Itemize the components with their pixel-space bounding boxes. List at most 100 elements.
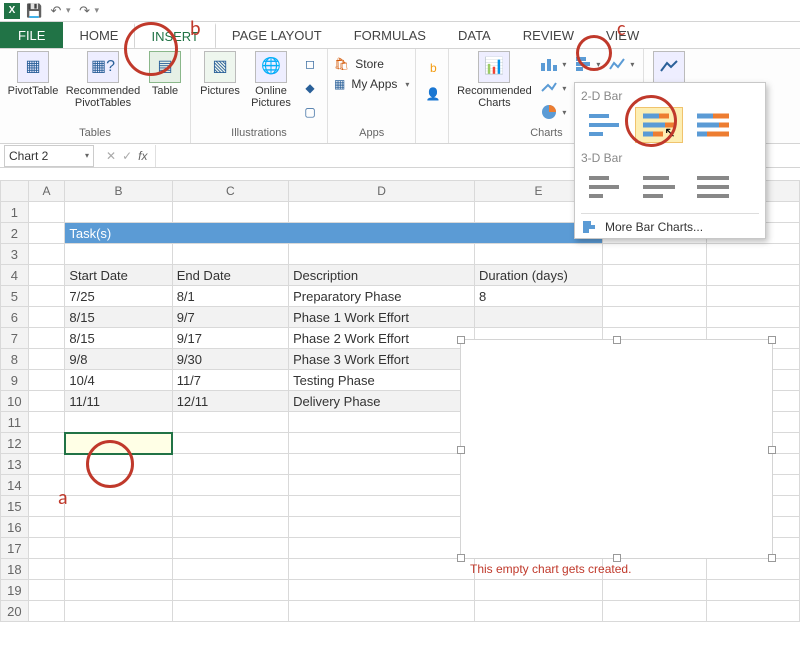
redo-icon[interactable]: ↷	[77, 3, 93, 19]
cell[interactable]: Task(s)	[65, 223, 603, 244]
cell[interactable]: 8/1	[172, 286, 288, 307]
col-header-A[interactable]: A	[28, 181, 65, 202]
bar-stacked-3d[interactable]	[635, 169, 683, 205]
chart-handle[interactable]	[457, 446, 465, 454]
stock-chart-button[interactable]: ▾	[605, 53, 637, 75]
shapes-button[interactable]: ◻	[299, 53, 321, 75]
undo-dropdown[interactable]: ▾	[66, 5, 71, 16]
row-header[interactable]: 6	[1, 307, 29, 328]
bar-stacked-2d[interactable]: ↖	[635, 107, 683, 143]
cell[interactable]: Phase 3 Work Effort	[289, 349, 475, 370]
row-header[interactable]: 10	[1, 391, 29, 412]
bar-clustered-3d[interactable]	[581, 169, 629, 205]
row-header[interactable]: 9	[1, 370, 29, 391]
row-header[interactable]: 13	[1, 454, 29, 475]
more-bar-charts[interactable]: More Bar Charts...	[581, 213, 759, 234]
cell[interactable]: Start Date	[65, 265, 172, 286]
row-header[interactable]: 2	[1, 223, 29, 244]
row-header[interactable]: 20	[1, 601, 29, 622]
tab-page-layout[interactable]: PAGE LAYOUT	[216, 22, 338, 48]
select-all-corner[interactable]	[1, 181, 29, 202]
store-button[interactable]: 🛍Store	[334, 57, 384, 71]
cell[interactable]: Duration (days)	[474, 265, 602, 286]
cell[interactable]: 11/7	[172, 370, 288, 391]
recommended-pivottables-button[interactable]: ▦?Recommended PivotTables	[64, 51, 142, 109]
column-chart-button[interactable]: ▾	[537, 53, 569, 75]
save-icon[interactable]: 💾	[26, 3, 42, 19]
cell[interactable]: 9/8	[65, 349, 172, 370]
bing-maps-button[interactable]: b	[422, 57, 444, 79]
row-header[interactable]: 16	[1, 517, 29, 538]
enter-formula-icon[interactable]: ✓	[122, 149, 132, 163]
cell[interactable]: Phase 2 Work Effort	[289, 328, 475, 349]
chart-handle[interactable]	[457, 554, 465, 562]
cell[interactable]: 8/15	[65, 307, 172, 328]
bar-clustered-2d[interactable]	[581, 107, 629, 143]
cell[interactable]: 8/15	[65, 328, 172, 349]
myapps-button[interactable]: ▦My Apps▾	[334, 77, 409, 91]
screenshot-button[interactable]: ▢	[299, 101, 321, 123]
tab-insert[interactable]: INSERT	[134, 23, 215, 49]
line-chart-button[interactable]: ▾	[537, 77, 569, 99]
undo-icon[interactable]: ↶	[48, 3, 64, 19]
cell[interactable]: Testing Phase	[289, 370, 475, 391]
row-header[interactable]: 4	[1, 265, 29, 286]
pie-chart-button[interactable]: ▾	[537, 101, 569, 123]
chart-handle[interactable]	[768, 336, 776, 344]
col-header-B[interactable]: B	[65, 181, 172, 202]
cell[interactable]: 11/11	[65, 391, 172, 412]
tab-formulas[interactable]: FORMULAS	[338, 22, 442, 48]
cancel-formula-icon[interactable]: ✕	[106, 149, 116, 163]
cell[interactable]: 9/30	[172, 349, 288, 370]
row-header[interactable]: 12	[1, 433, 29, 454]
pivottable-button[interactable]: ▦PivotTable	[6, 51, 60, 97]
col-header-D[interactable]: D	[289, 181, 475, 202]
row-header[interactable]: 14	[1, 475, 29, 496]
cell[interactable]: 8	[474, 286, 602, 307]
online-pictures-button[interactable]: 🌐Online Pictures	[247, 51, 295, 109]
row-header[interactable]: 15	[1, 496, 29, 517]
cell[interactable]: 10/4	[65, 370, 172, 391]
cell[interactable]: Description	[289, 265, 475, 286]
bar-chart-button[interactable]: ▾	[571, 53, 603, 75]
cell[interactable]: Preparatory Phase	[289, 286, 475, 307]
bar-100stacked-2d[interactable]	[689, 107, 737, 143]
smartart-button[interactable]: ◆	[299, 77, 321, 99]
name-box[interactable]: Chart 2▾	[4, 145, 94, 167]
tab-home[interactable]: HOME	[63, 22, 134, 48]
people-graph-button[interactable]: 👤	[422, 83, 444, 105]
row-header[interactable]: 3	[1, 244, 29, 265]
recommended-charts-button[interactable]: 📊Recommended Charts	[455, 51, 533, 109]
row-header[interactable]: 18	[1, 559, 29, 580]
name-box-dropdown-icon[interactable]: ▾	[85, 151, 89, 160]
row-header[interactable]: 8	[1, 349, 29, 370]
empty-chart[interactable]	[460, 339, 773, 559]
chart-handle[interactable]	[768, 446, 776, 454]
row-header[interactable]: 7	[1, 328, 29, 349]
chart-handle[interactable]	[768, 554, 776, 562]
cell[interactable]	[474, 307, 602, 328]
tab-data[interactable]: DATA	[442, 22, 507, 48]
tab-review[interactable]: REVIEW	[507, 22, 590, 48]
chart-handle[interactable]	[613, 554, 621, 562]
customize-qat-dropdown[interactable]: ▾	[95, 5, 100, 16]
chart-handle[interactable]	[613, 336, 621, 344]
cell[interactable]: 7/25	[65, 286, 172, 307]
tab-view[interactable]: VIEW	[590, 22, 655, 48]
tab-file[interactable]: FILE	[0, 22, 63, 48]
row-header[interactable]: 5	[1, 286, 29, 307]
table-button[interactable]: ▤Table	[146, 51, 184, 97]
row-header[interactable]: 19	[1, 580, 29, 601]
cell[interactable]: 12/11	[172, 391, 288, 412]
fx-icon[interactable]: fx	[138, 149, 147, 163]
row-header[interactable]: 17	[1, 538, 29, 559]
cell[interactable]: 9/17	[172, 328, 288, 349]
cell[interactable]: Phase 1 Work Effort	[289, 307, 475, 328]
row-header[interactable]: 1	[1, 202, 29, 223]
bar-100stacked-3d[interactable]	[689, 169, 737, 205]
cell[interactable]: 9/7	[172, 307, 288, 328]
chart-handle[interactable]	[457, 336, 465, 344]
pictures-button[interactable]: ▧Pictures	[197, 51, 243, 97]
col-header-C[interactable]: C	[172, 181, 288, 202]
row-header[interactable]: 11	[1, 412, 29, 433]
